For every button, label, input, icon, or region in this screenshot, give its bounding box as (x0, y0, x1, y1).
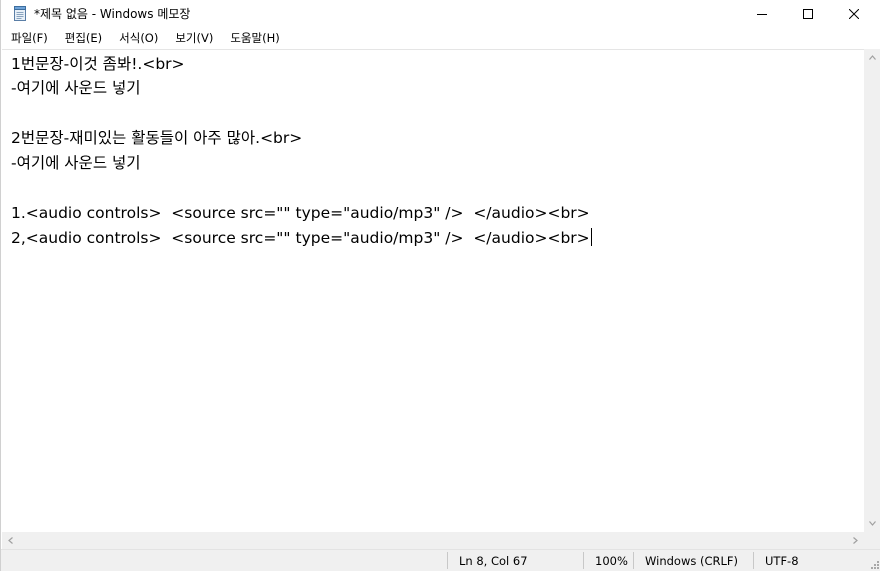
chevron-up-icon (869, 55, 876, 60)
status-divider (583, 552, 584, 569)
text-caret (590, 228, 592, 246)
menu-view[interactable]: 보기(V) (165, 27, 220, 49)
notepad-icon (13, 6, 27, 21)
editor-line: 2번문장-재미있는 활동들이 아주 많아.<br> (11, 129, 303, 147)
encoding: UTF-8 (765, 554, 799, 568)
title-bar[interactable]: *제목 없음 - Windows 메모장 (1, 0, 880, 27)
editor-line-current: 2,<audio controls> <source src="" type="… (11, 228, 592, 248)
text-editor[interactable]: 1번문장-이것 좀봐!.<br> -여기에 사운드 넣기 2번문장-재미있는 활… (2, 49, 864, 532)
window-title: *제목 없음 - Windows 메모장 (34, 7, 191, 21)
scroll-up-button[interactable] (864, 49, 880, 66)
status-divider (447, 552, 448, 569)
minimize-icon (757, 13, 767, 15)
menu-help[interactable]: 도움말(H) (220, 27, 286, 49)
status-divider (633, 552, 634, 569)
close-button[interactable] (831, 0, 877, 27)
close-icon (849, 8, 859, 19)
editor-line: 1.<audio controls> <source src="" type="… (11, 204, 590, 222)
notepad-window: *제목 없음 - Windows 메모장 파일(F) 편집(E) 서식(O) 보… (0, 0, 880, 571)
maximize-icon (803, 8, 813, 19)
zoom-level: 100% (595, 554, 628, 568)
chevron-down-icon (869, 521, 876, 526)
menu-edit[interactable]: 편집(E) (55, 27, 109, 49)
editor-line: 1번문장-이것 좀봐!.<br> (11, 55, 185, 73)
scroll-down-button[interactable] (864, 515, 880, 532)
chevron-right-icon (853, 537, 858, 544)
menu-bar: 파일(F) 편집(E) 서식(O) 보기(V) 도움말(H) (1, 27, 880, 49)
scroll-right-button[interactable] (847, 532, 864, 549)
scrollbar-corner (864, 532, 880, 549)
horizontal-scrollbar[interactable] (2, 532, 864, 549)
chevron-left-icon (8, 537, 13, 544)
editor-line: -여기에 사운드 넣기 (11, 154, 141, 172)
minimize-button[interactable] (739, 0, 785, 27)
status-divider (753, 552, 754, 569)
resize-grip-icon[interactable] (869, 559, 879, 569)
editor-line-text: 2,<audio controls> <source src="" type="… (11, 229, 590, 247)
editor-line: -여기에 사운드 넣기 (11, 79, 141, 97)
cursor-position: Ln 8, Col 67 (459, 554, 528, 568)
vertical-scrollbar[interactable] (864, 49, 880, 532)
status-bar: Ln 8, Col 67 100% Windows (CRLF) UTF-8 (1, 549, 880, 571)
scroll-left-button[interactable] (2, 532, 19, 549)
menu-format[interactable]: 서식(O) (109, 27, 165, 49)
line-ending: Windows (CRLF) (645, 554, 739, 568)
maximize-button[interactable] (785, 0, 831, 27)
menu-file[interactable]: 파일(F) (1, 27, 55, 49)
